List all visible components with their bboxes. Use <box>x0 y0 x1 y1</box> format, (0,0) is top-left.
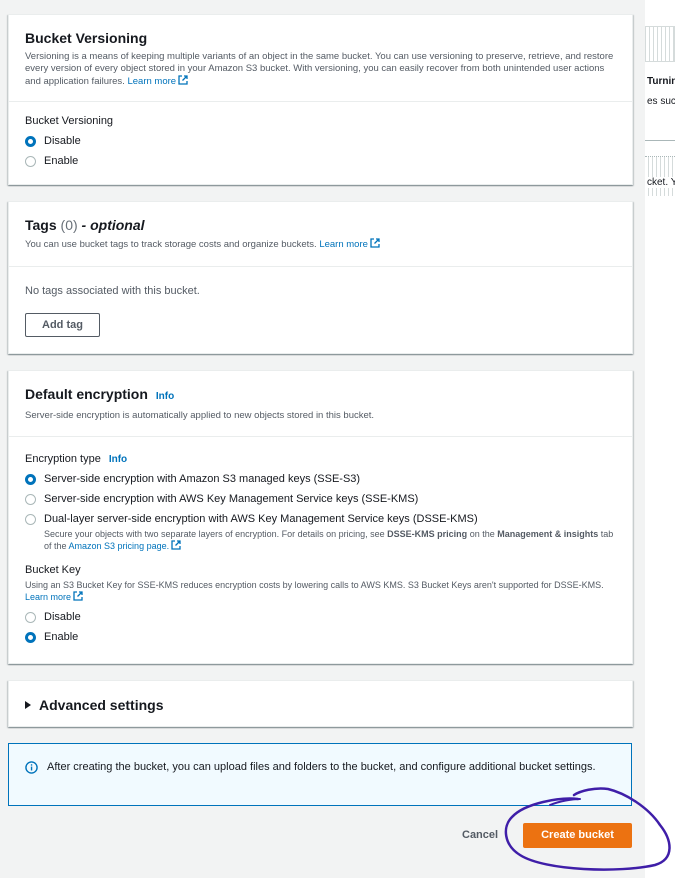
external-link-icon <box>370 238 380 248</box>
external-link-icon <box>73 591 83 601</box>
tags-optional: - optional <box>81 217 145 233</box>
adjacent-text-3: cket. Yo <box>647 177 675 188</box>
adjacent-text-1: Turnin <box>647 76 675 87</box>
main-column: Bucket Versioning Versioning is a means … <box>0 0 645 878</box>
info-icon <box>25 761 38 774</box>
tags-description: You can use bucket tags to track storage… <box>25 238 616 251</box>
versioning-learn-more-link[interactable]: Learn more <box>127 76 176 87</box>
encryption-option-sse-kms[interactable]: Server-side encryption with AWS Key Mana… <box>25 493 616 506</box>
info-alert: After creating the bucket, you can uploa… <box>8 743 632 806</box>
radio-unselected-icon[interactable] <box>25 612 36 623</box>
adjacent-text-2: es suc <box>647 96 675 107</box>
versioning-header: Bucket Versioning Versioning is a means … <box>9 15 632 102</box>
adjacent-panel-strip: Turnin es suc cket. Yo <box>645 0 675 878</box>
tags-count: (0) <box>60 217 78 233</box>
encryption-option-sse-s3[interactable]: Server-side encryption with Amazon S3 ma… <box>25 473 616 486</box>
encryption-title: Default encryption Info <box>25 386 175 402</box>
bucket-key-option-enable[interactable]: Enable <box>25 631 616 644</box>
radio-unselected-icon[interactable] <box>25 156 36 167</box>
versioning-option-disable[interactable]: Disable <box>25 135 616 148</box>
versioning-option-enable[interactable]: Enable <box>25 155 616 168</box>
caret-right-icon <box>25 701 31 709</box>
external-link-icon <box>171 540 181 550</box>
tags-body: No tags associated with this bucket. Add… <box>9 267 632 349</box>
versioning-field-label: Bucket Versioning <box>25 115 114 127</box>
s3-pricing-link[interactable]: Amazon S3 pricing page. <box>69 541 170 551</box>
bucket-key-description: Using an S3 Bucket Key for SSE-KMS reduc… <box>25 580 604 602</box>
encryption-body: Encryption type Info Server-side encrypti… <box>9 437 632 663</box>
external-link-icon <box>178 75 188 85</box>
create-bucket-button[interactable]: Create bucket <box>523 823 632 848</box>
encryption-info-link[interactable]: Info <box>156 391 174 402</box>
adjacent-placeholder-block <box>645 26 675 62</box>
versioning-panel: Bucket Versioning Versioning is a means … <box>8 14 633 185</box>
tags-learn-more-link[interactable]: Learn more <box>319 239 368 250</box>
encryption-panel: Default encryption Info Server-side encry… <box>8 370 633 664</box>
advanced-settings-panel[interactable]: Advanced settings <box>8 680 633 727</box>
bucket-key-option-disable[interactable]: Disable <box>25 611 616 624</box>
advanced-settings-toggle[interactable]: Advanced settings <box>25 696 616 714</box>
adjacent-divider <box>645 140 675 141</box>
versioning-body: Bucket Versioning Disable Enable <box>9 102 632 187</box>
radio-selected-icon[interactable] <box>25 136 36 147</box>
radio-selected-icon[interactable] <box>25 474 36 485</box>
versioning-description: Versioning is a means of keeping multipl… <box>25 51 614 87</box>
info-alert-text: After creating the bucket, you can uploa… <box>47 761 596 773</box>
tags-panel: Tags (0) - optional You can use bucket t… <box>8 201 633 354</box>
versioning-title: Bucket Versioning <box>25 30 148 46</box>
add-tag-button[interactable]: Add tag <box>25 313 100 337</box>
radio-unselected-icon[interactable] <box>25 494 36 505</box>
encryption-option-dsse-kms[interactable]: Dual-layer server-side encryption with A… <box>25 513 616 526</box>
encryption-description: Server-side encryption is automatically … <box>25 410 375 421</box>
radio-unselected-icon[interactable] <box>25 514 36 525</box>
encryption-type-info-link[interactable]: Info <box>109 454 127 465</box>
radio-selected-icon[interactable] <box>25 632 36 643</box>
cancel-button[interactable]: Cancel <box>462 829 498 841</box>
dsse-kms-note: Secure your objects with two separate la… <box>44 529 614 551</box>
bucket-key-label: Bucket Key <box>25 564 81 576</box>
encryption-type-label: Encryption type Info <box>25 453 128 465</box>
bucket-key-learn-more-link[interactable]: Learn more <box>25 592 71 602</box>
tags-title: Tags (0) - optional <box>25 217 145 233</box>
tags-empty-text: No tags associated with this bucket. <box>25 285 200 297</box>
adjacent-placeholder-block <box>645 156 675 196</box>
tags-header: Tags (0) - optional You can use bucket t… <box>9 202 632 267</box>
encryption-header: Default encryption Info Server-side encry… <box>9 371 632 437</box>
